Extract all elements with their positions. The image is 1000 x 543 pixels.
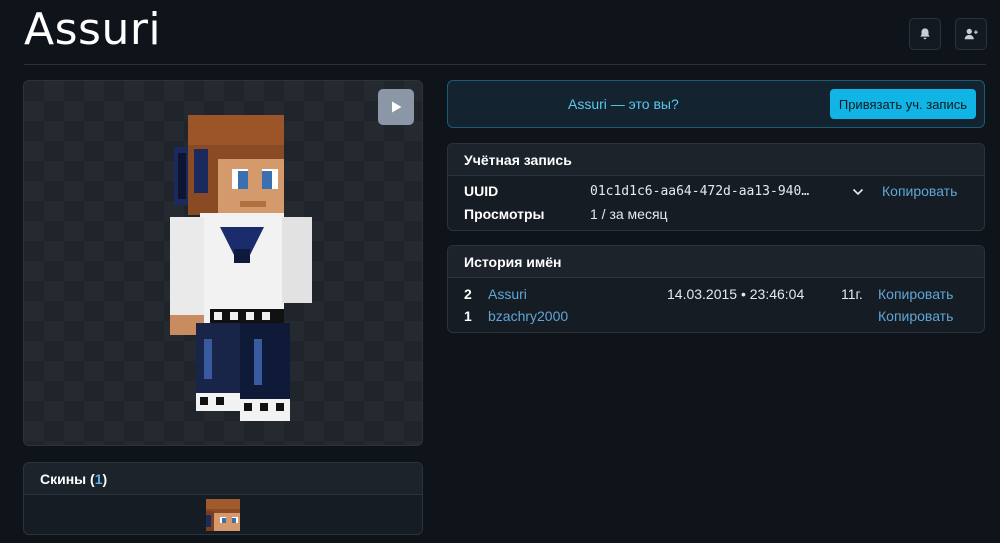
history-row-copy-link[interactable]: Копировать [878,286,953,302]
account-card-header: Учётная запись [448,144,984,176]
name-history-header: История имён [448,246,984,278]
claim-account-banner: Assuri — это вы? Привязать уч. запись [447,80,985,128]
chevron-down-icon[interactable] [852,187,864,197]
skins-card: Скины (1) [23,462,423,535]
skin-thumbnail[interactable] [206,499,240,531]
header-divider [24,64,986,65]
bell-icon [920,28,930,40]
history-row-number: 2 [464,286,472,302]
skins-label: Скины [40,470,87,487]
play-animation-button[interactable] [378,89,414,125]
account-card: Учётная запись UUID 01c1d1c6-aa64-472d-a… [447,143,985,231]
history-row-name[interactable]: Assuri [488,286,527,302]
views-value: 1 / за месяц [590,206,668,222]
skins-card-header: Скины (1) [24,463,422,495]
link-account-button[interactable]: Привязать уч. запись [829,89,976,119]
uuid-value[interactable]: 01c1d1c6-aa64-472d-aa13-940… [590,184,809,199]
add-friend-icon [964,28,978,40]
add-friend-button[interactable] [955,18,987,50]
skins-count: 1 [94,470,103,487]
history-row-number: 1 [464,308,472,324]
history-row-copy-link[interactable]: Копировать [878,308,953,324]
skins-close-paren: ) [102,470,108,487]
uuid-label: UUID [464,183,499,199]
notifications-button[interactable] [909,18,941,50]
history-row-name[interactable]: bzachry2000 [488,308,568,324]
name-history-card: История имён 2 Assuri 14.03.2015 • 23:46… [447,245,985,333]
skin-viewer[interactable] [23,80,423,446]
play-icon [392,101,402,113]
skin-3d-model [170,115,312,421]
copy-uuid-link[interactable]: Копировать [882,183,957,199]
history-row-age: 11г. [841,286,863,302]
views-label: Просмотры [464,206,545,222]
claim-question: Assuri — это вы? [568,96,679,112]
page-title: Assuri [24,4,162,55]
history-row-date: 14.03.2015 • 23:46:04 [667,286,805,302]
